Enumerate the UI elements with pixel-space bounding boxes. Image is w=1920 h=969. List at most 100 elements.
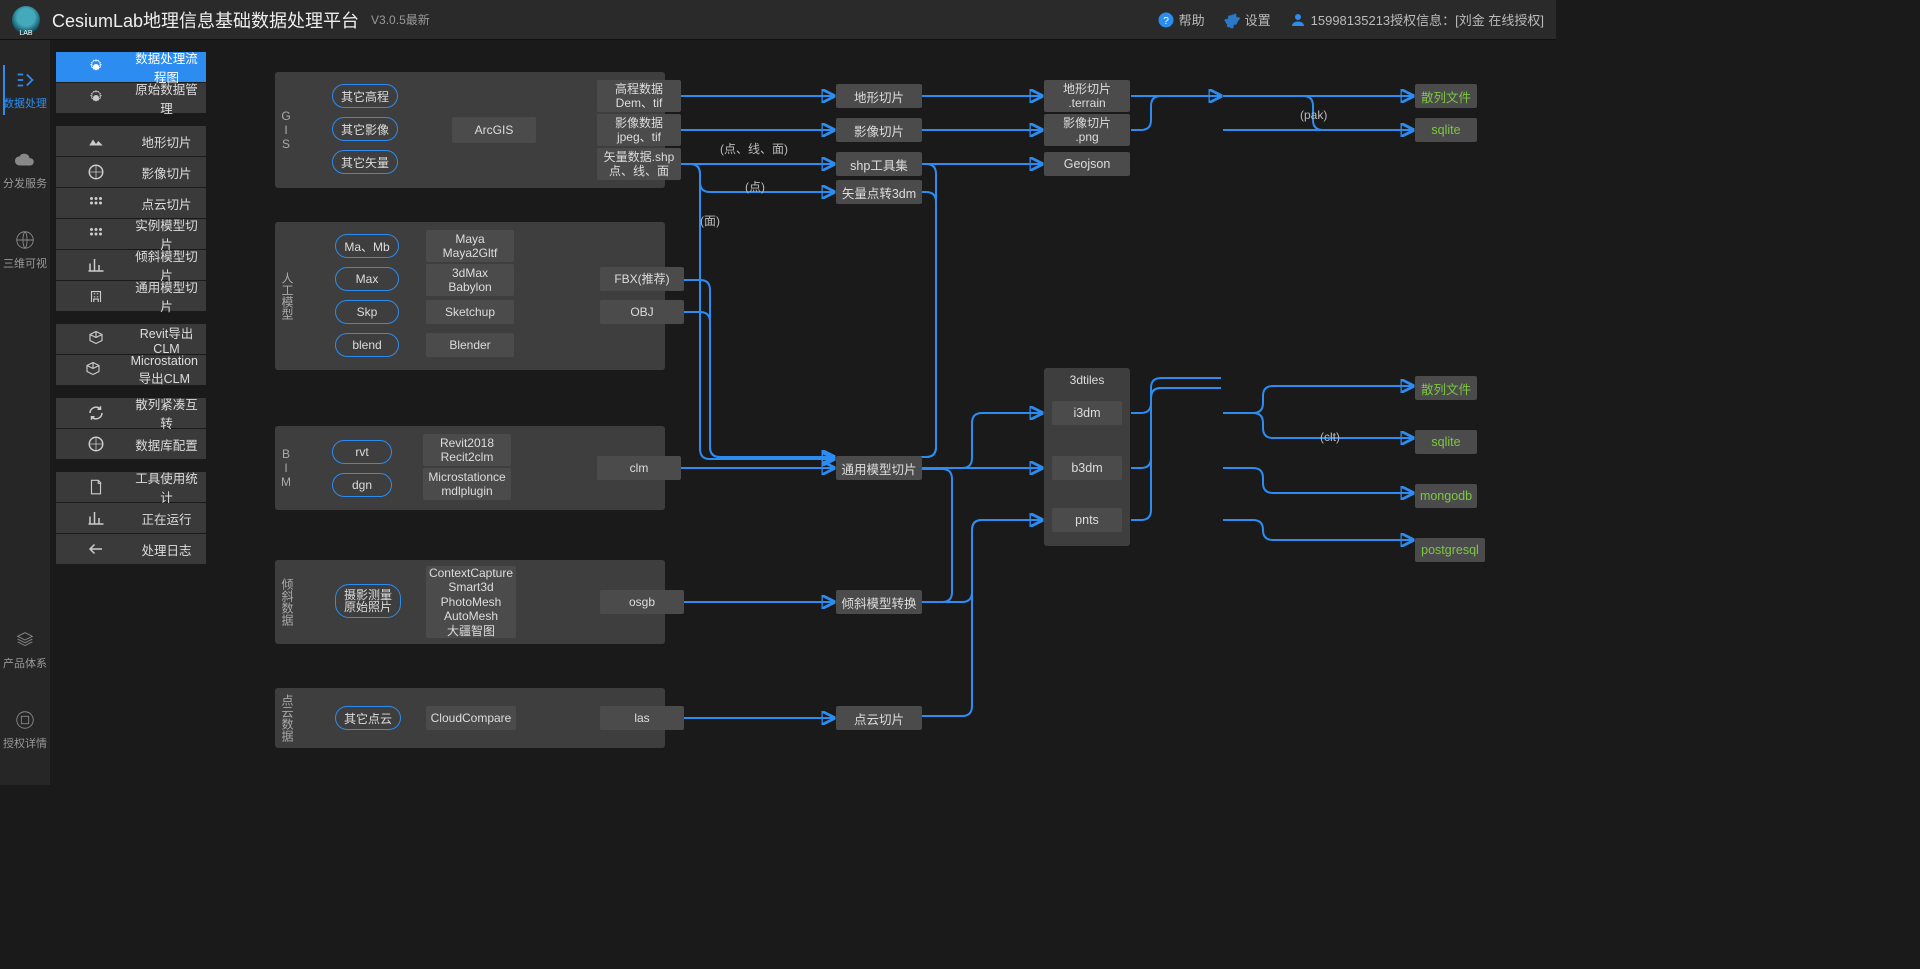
node-3dtiles: 3dtiles (1044, 368, 1130, 392)
leftnav-distribute[interactable]: 分发服务 (3, 145, 47, 195)
pill-blend[interactable]: blend (335, 333, 399, 357)
leftnav-3dview[interactable]: 三维可视 (3, 225, 47, 275)
submenu-item-16[interactable]: 工具使用统计 (56, 472, 206, 502)
node-geojson[interactable]: Geojson (1044, 152, 1130, 176)
submenu-item-18[interactable]: 处理日志 (56, 534, 206, 564)
node-pnts[interactable]: pnts (1052, 508, 1122, 532)
rect-3dmax[interactable]: 3dMax Babylon (426, 264, 514, 296)
node-image-slice[interactable]: 影像切片 (836, 118, 922, 142)
submenu-item-7[interactable]: 倾斜模型切片 (56, 250, 206, 280)
submenu-label: 点云切片 (135, 194, 198, 213)
submenu-item-5[interactable]: 点云切片 (56, 188, 206, 218)
rect-fbx[interactable]: FBX(推荐) (600, 267, 684, 291)
topbar: CesiumLab地理信息基础数据处理平台 V3.0.5最新 ? 帮助 设置 1… (0, 0, 1556, 40)
node-shp-tool[interactable]: shp工具集 (836, 152, 922, 176)
stack-icon (14, 629, 36, 651)
submenu-item-8[interactable]: 通用模型切片 (56, 281, 206, 311)
rect-jpeg[interactable]: 影像数据 jpeg、tif (597, 114, 681, 146)
pill-other-elev[interactable]: 其它高程 (332, 84, 398, 108)
submenu-item-4[interactable]: 影像切片 (56, 157, 206, 187)
gear-icon (64, 58, 127, 76)
back-icon (64, 540, 127, 558)
submenu-item-17[interactable]: 正在运行 (56, 503, 206, 533)
help-button[interactable]: ? 帮助 (1157, 10, 1205, 29)
submenu-item-3[interactable]: 地形切片 (56, 126, 206, 156)
submenu-label: 处理日志 (135, 540, 198, 559)
rect-revit2018[interactable]: Revit2018 Recit2clm (423, 434, 511, 466)
node-b3dm[interactable]: b3dm (1052, 456, 1122, 480)
building-icon (64, 287, 127, 305)
submenu-label: 正在运行 (135, 509, 198, 528)
pill-other-image[interactable]: 其它影像 (332, 117, 398, 141)
rect-shp[interactable]: 矢量数据.shp 点、线、面 (597, 148, 681, 180)
submenu-item-0[interactable]: 数据处理流程图 (56, 52, 206, 82)
leftnav-products[interactable]: 产品体系 (3, 625, 47, 675)
out-sqlite-1[interactable]: sqlite (1415, 118, 1477, 142)
rect-dem[interactable]: 高程数据 Dem、tif (597, 80, 681, 112)
pill-ma-mb[interactable]: Ma、Mb (335, 234, 399, 258)
panel-label-gis: GIS (275, 72, 297, 188)
rect-arcgis[interactable]: ArcGIS (452, 117, 536, 143)
label-pak: (pak) (1300, 108, 1327, 122)
node-pc-slice[interactable]: 点云切片 (836, 706, 922, 730)
rect-clm[interactable]: clm (597, 456, 681, 480)
panel-model: 人工模型 Ma、Mb Max Skp blend Maya Maya2Gltf … (275, 222, 665, 370)
cloud-icon (14, 149, 36, 171)
out-postgresql[interactable]: postgresql (1415, 538, 1485, 562)
pill-max[interactable]: Max (335, 267, 399, 291)
pill-dgn[interactable]: dgn (332, 473, 392, 497)
submenu-label: 影像切片 (135, 163, 198, 182)
cube-icon (64, 361, 123, 379)
pill-other-pc[interactable]: 其它点云 (335, 706, 401, 730)
node-generic-model[interactable]: 通用模型切片 (836, 456, 922, 480)
node-vec3dm[interactable]: 矢量点转3dm (836, 180, 922, 204)
panel-bim: BIM rvt dgn Revit2018 Recit2clm Microsta… (275, 426, 665, 510)
node-i3dm[interactable]: i3dm (1052, 401, 1122, 425)
node-terrain-output[interactable]: 地形切片 .terrain (1044, 80, 1130, 112)
submenu-item-11[interactable]: Microstation导出CLM (56, 355, 206, 385)
rect-microstation[interactable]: Microstationce mdlplugin (423, 468, 511, 500)
out-mongodb[interactable]: mongodb (1415, 484, 1477, 508)
leftnav-data-process[interactable]: 数据处理 (3, 65, 47, 115)
user-info[interactable]: 15998135213授权信息：[刘金 在线授权] (1289, 10, 1544, 29)
submenu-item-14[interactable]: 数据库配置 (56, 429, 206, 459)
pill-skp[interactable]: Skp (335, 300, 399, 324)
pill-photo[interactable]: 摄影测量 原始照片 (335, 584, 401, 618)
rect-osgb[interactable]: osgb (600, 590, 684, 614)
user-icon (1289, 11, 1307, 29)
cube-icon (64, 330, 127, 348)
grid-icon (64, 225, 127, 243)
out-sqlite-2[interactable]: sqlite (1415, 430, 1477, 454)
submenu-item-1[interactable]: 原始数据管理 (56, 83, 206, 113)
out-sanlie-1[interactable]: 散列文件 (1415, 84, 1477, 108)
rect-maya[interactable]: Maya Maya2Gltf (426, 230, 514, 262)
rect-contextcapture[interactable]: ContextCapture Smart3d PhotoMesh AutoMes… (426, 566, 516, 638)
node-tilt-conv[interactable]: 倾斜模型转换 (836, 590, 922, 614)
submenu-item-6[interactable]: 实例模型切片 (56, 219, 206, 249)
rect-sketchup[interactable]: Sketchup (426, 300, 514, 324)
out-sanlie-2[interactable]: 散列文件 (1415, 376, 1477, 400)
chart-icon (64, 509, 127, 527)
node-terrain-slice[interactable]: 地形切片 (836, 84, 922, 108)
node-image-output[interactable]: 影像切片 .png (1044, 114, 1130, 146)
globe-icon (64, 435, 127, 453)
app-logo (12, 6, 40, 34)
doc-icon (64, 478, 127, 496)
label-pxmm: (点、线、面) (720, 140, 788, 157)
gear-icon (64, 89, 127, 107)
submenu-item-13[interactable]: 散列紧凑互转 (56, 398, 206, 428)
rect-obj[interactable]: OBJ (600, 300, 684, 324)
pill-other-vector[interactable]: 其它矢量 (332, 150, 398, 174)
rect-las[interactable]: las (600, 706, 684, 730)
leftnav-license[interactable]: 授权详情 (3, 705, 47, 755)
pill-rvt[interactable]: rvt (332, 440, 392, 464)
rect-blender[interactable]: Blender (426, 333, 514, 357)
panel-tilt: 倾斜数据 摄影测量 原始照片 ContextCapture Smart3d Ph… (275, 560, 665, 644)
submenu-label: 原始数据管理 (135, 79, 198, 117)
gear-icon (1223, 11, 1241, 29)
panel-gis: GIS 其它高程 其它影像 其它矢量 ArcGIS 高程数据 Dem、tif 影… (275, 72, 665, 188)
panel-pc: 点云数据 其它点云 CloudCompare las (275, 688, 665, 748)
submenu-item-10[interactable]: Revit导出CLM (56, 324, 206, 354)
settings-button[interactable]: 设置 (1223, 10, 1271, 29)
rect-cloudcompare[interactable]: CloudCompare (426, 706, 516, 730)
